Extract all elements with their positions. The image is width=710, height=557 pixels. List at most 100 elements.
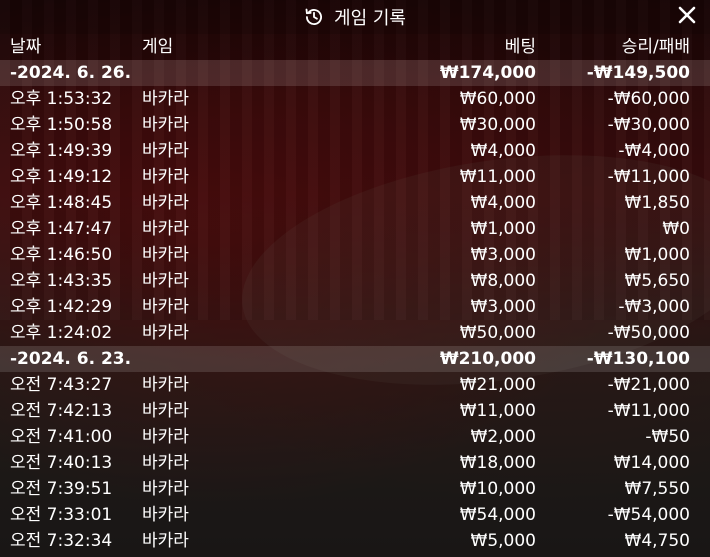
group-winloss-total: -₩149,500: [586, 63, 690, 83]
row-winloss: ₩1,000: [624, 245, 690, 265]
row-winloss: -₩54,000: [607, 505, 690, 525]
table-row: 오전 7:42:13 바카라 ₩11,000 -₩11,000: [0, 398, 710, 424]
row-game: 바카라: [142, 297, 189, 317]
table-row: 오후 1:24:02 바카라 ₩50,000 -₩50,000: [0, 320, 710, 346]
row-time: 오전 7:39:51: [10, 479, 113, 499]
row-winloss: ₩7,550: [624, 479, 690, 499]
history-table: -2024. 6. 26. ₩174,000 -₩149,500 오후 1:53…: [0, 60, 710, 554]
row-winloss: ₩5,650: [624, 271, 690, 291]
row-game: 바카라: [142, 531, 189, 551]
row-winloss: -₩11,000: [607, 167, 690, 187]
column-header-game: 게임: [142, 37, 174, 57]
row-time: 오전 7:42:13: [10, 401, 113, 421]
table-row: 오전 7:33:01 바카라 ₩54,000 -₩54,000: [0, 502, 710, 528]
row-bet: ₩10,000: [459, 479, 536, 499]
row-bet: ₩2,000: [470, 427, 536, 447]
row-time: 오후 1:24:02: [10, 323, 113, 343]
row-winloss: -₩3,000: [618, 297, 690, 317]
row-winloss: ₩14,000: [613, 453, 690, 473]
row-game: 바카라: [142, 141, 189, 161]
row-time: 오후 1:48:45: [10, 193, 113, 213]
close-button[interactable]: [674, 4, 700, 30]
table-row: 오후 1:53:32 바카라 ₩60,000 -₩60,000: [0, 86, 710, 112]
row-game: 바카라: [142, 167, 189, 187]
table-row: 오후 1:47:47 바카라 ₩1,000 ₩0: [0, 216, 710, 242]
row-bet: ₩4,000: [470, 193, 536, 213]
table-row: 오후 1:43:35 바카라 ₩8,000 ₩5,650: [0, 268, 710, 294]
row-bet: ₩50,000: [459, 323, 536, 343]
row-bet: ₩3,000: [470, 297, 536, 317]
row-bet: ₩11,000: [459, 167, 536, 187]
row-game: 바카라: [142, 323, 189, 343]
row-winloss: -₩21,000: [607, 375, 690, 395]
row-game: 바카라: [142, 427, 189, 447]
row-bet: ₩1,000: [470, 219, 536, 239]
row-time: 오후 1:49:12: [10, 167, 113, 187]
row-time: 오후 1:49:39: [10, 141, 113, 161]
row-bet: ₩21,000: [459, 375, 536, 395]
title-group: 게임 기록: [304, 4, 406, 30]
row-time: 오후 1:50:58: [10, 115, 113, 135]
column-header-date: 날짜: [10, 37, 42, 57]
row-winloss: -₩11,000: [607, 401, 690, 421]
row-winloss: -₩50: [645, 427, 690, 447]
group-winloss-total: -₩130,100: [586, 349, 690, 369]
row-time: 오전 7:33:01: [10, 505, 113, 525]
table-header: 날짜 게임 베팅 승리/패배: [0, 34, 710, 60]
row-winloss: -₩4,000: [618, 141, 690, 161]
row-time: 오후 1:47:47: [10, 219, 113, 239]
close-icon: [677, 5, 697, 29]
row-bet: ₩11,000: [459, 401, 536, 421]
row-winloss: ₩4,750: [624, 531, 690, 551]
row-bet: ₩8,000: [470, 271, 536, 291]
table-row: 오전 7:32:34 바카라 ₩5,000 ₩4,750: [0, 528, 710, 554]
row-time: 오후 1:43:35: [10, 271, 113, 291]
table-row: 오후 1:46:50 바카라 ₩3,000 ₩1,000: [0, 242, 710, 268]
table-row: 오전 7:39:51 바카라 ₩10,000 ₩7,550: [0, 476, 710, 502]
group-date: -2024. 6. 23.: [10, 349, 132, 369]
column-header-winloss: 승리/패배: [621, 37, 690, 57]
row-winloss: -₩50,000: [607, 323, 690, 343]
row-game: 바카라: [142, 505, 189, 525]
row-game: 바카라: [142, 375, 189, 395]
table-row: 오후 1:42:29 바카라 ₩3,000 -₩3,000: [0, 294, 710, 320]
row-bet: ₩54,000: [459, 505, 536, 525]
date-group-row[interactable]: -2024. 6. 26. ₩174,000 -₩149,500: [0, 60, 710, 86]
group-bet-total: ₩174,000: [439, 63, 536, 83]
row-game: 바카라: [142, 245, 189, 265]
table-row: 오후 1:48:45 바카라 ₩4,000 ₩1,850: [0, 190, 710, 216]
row-game: 바카라: [142, 401, 189, 421]
row-winloss: -₩30,000: [607, 115, 690, 135]
row-game: 바카라: [142, 453, 189, 473]
date-group-row[interactable]: -2024. 6. 23. ₩210,000 -₩130,100: [0, 346, 710, 372]
row-winloss: -₩60,000: [607, 89, 690, 109]
row-bet: ₩4,000: [470, 141, 536, 161]
row-bet: ₩18,000: [459, 453, 536, 473]
row-game: 바카라: [142, 193, 189, 213]
row-bet: ₩3,000: [470, 245, 536, 265]
row-bet: ₩60,000: [459, 89, 536, 109]
row-time: 오전 7:41:00: [10, 427, 113, 447]
row-bet: ₩5,000: [470, 531, 536, 551]
group-bet-total: ₩210,000: [439, 349, 536, 369]
row-game: 바카라: [142, 479, 189, 499]
title-bar: 게임 기록: [0, 0, 710, 34]
row-game: 바카라: [142, 115, 189, 135]
table-row: 오전 7:43:27 바카라 ₩21,000 -₩21,000: [0, 372, 710, 398]
table-row: 오후 1:49:39 바카라 ₩4,000 -₩4,000: [0, 138, 710, 164]
row-time: 오전 7:40:13: [10, 453, 113, 473]
table-row: 오전 7:41:00 바카라 ₩2,000 -₩50: [0, 424, 710, 450]
table-row: 오후 1:49:12 바카라 ₩11,000 -₩11,000: [0, 164, 710, 190]
row-game: 바카라: [142, 89, 189, 109]
row-game: 바카라: [142, 219, 189, 239]
page-title: 게임 기록: [334, 8, 406, 29]
row-bet: ₩30,000: [459, 115, 536, 135]
row-time: 오후 1:53:32: [10, 89, 113, 109]
row-game: 바카라: [142, 271, 189, 291]
row-time: 오후 1:42:29: [10, 297, 113, 317]
table-row: 오후 1:50:58 바카라 ₩30,000 -₩30,000: [0, 112, 710, 138]
row-time: 오전 7:32:34: [10, 531, 113, 551]
row-winloss: ₩0: [662, 219, 690, 239]
group-date: -2024. 6. 26.: [10, 63, 132, 83]
history-icon: [304, 7, 324, 27]
